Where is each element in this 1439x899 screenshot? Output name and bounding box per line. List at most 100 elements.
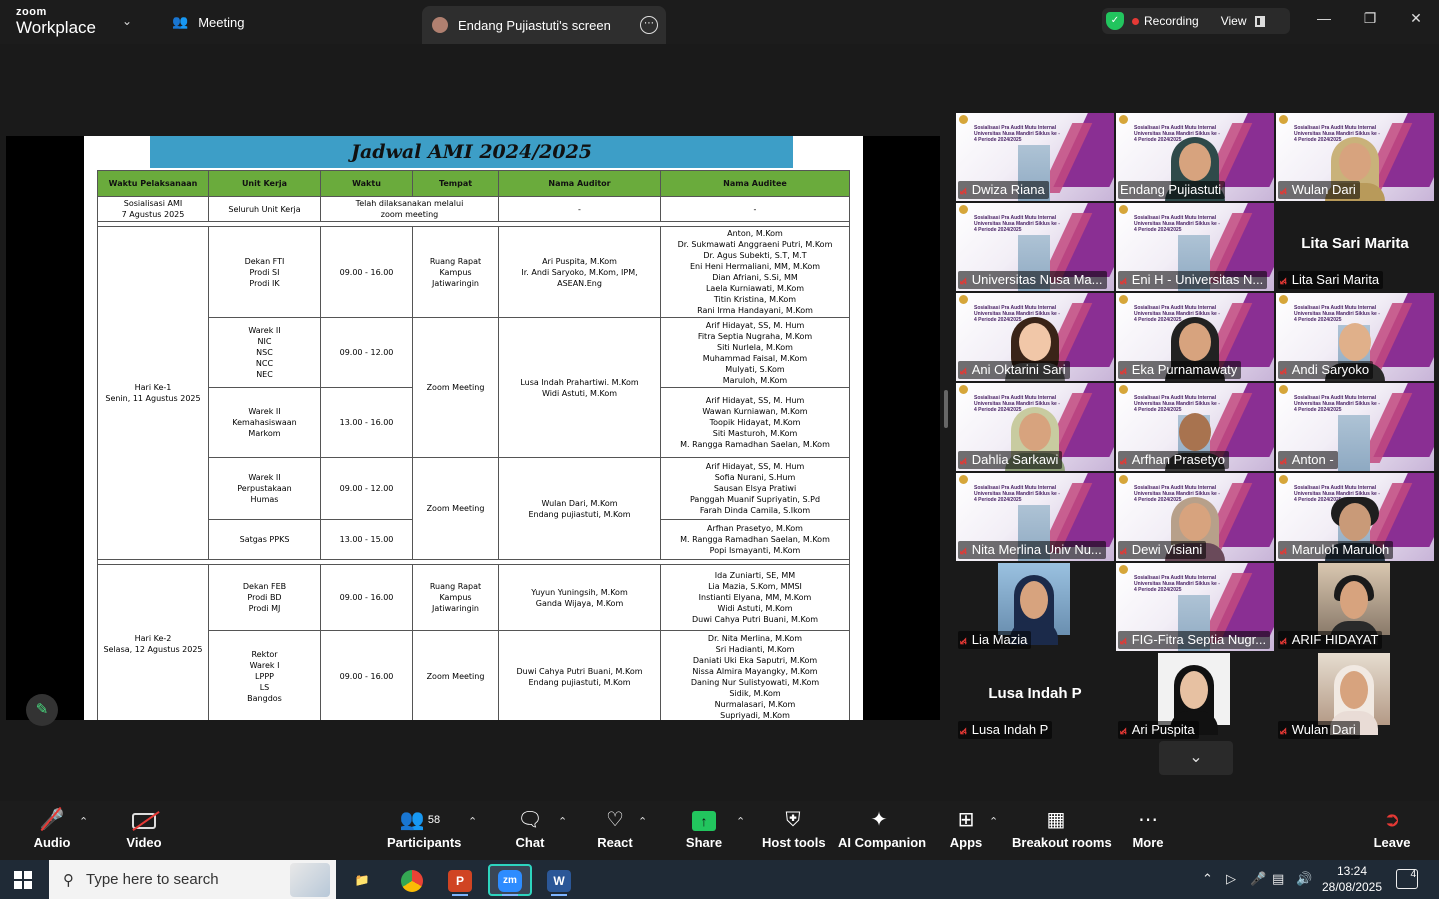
participant-name-label: ⦯ ARIF HIDAYAT xyxy=(1278,631,1383,649)
participant-name-label: ⦯ Wulan Dari xyxy=(1278,721,1360,739)
video-tile[interactable]: Sosialisasi Pra Audit Mutu Internal Univ… xyxy=(956,203,1114,291)
chrome-icon[interactable] xyxy=(390,864,434,896)
participant-name-label: ⦯ Lia Mazia xyxy=(958,631,1032,649)
search-placeholder: Type here to search xyxy=(86,871,219,888)
chevron-down-icon[interactable]: ⌄ xyxy=(122,14,132,28)
ai-companion-button[interactable]: ✦ AI Companion xyxy=(838,807,926,855)
participant-name: Lia Mazia xyxy=(971,632,1028,647)
cell: Hari Ke-1 Senin, 11 Agustus 2025 xyxy=(97,226,209,560)
video-tile[interactable]: ⦯ ARIF HIDAYAT xyxy=(1276,563,1434,651)
close-icon[interactable]: ✕ xyxy=(1406,10,1426,27)
windows-start-icon[interactable] xyxy=(14,871,32,889)
mic-muted-icon: ⦯ xyxy=(1280,543,1287,557)
audio-button[interactable]: 🎤 Audio xyxy=(30,806,74,855)
view-layout-icon[interactable] xyxy=(1254,15,1265,27)
zoom-logo[interactable]: zoom Workplace xyxy=(16,7,96,37)
mic-muted-icon: ⦯ xyxy=(1120,633,1127,647)
audio-label: Audio xyxy=(33,835,71,850)
gallery-scroll-down-chevron-icon[interactable]: ⌄ xyxy=(1159,741,1233,775)
video-tile[interactable]: Sosialisasi Pra Audit Mutu Internal Univ… xyxy=(956,293,1114,381)
video-tile[interactable]: Sosialisasi Pra Audit Mutu Internal Univ… xyxy=(956,383,1114,471)
powerpoint-icon[interactable]: P xyxy=(438,864,482,896)
zoom-taskbar-icon[interactable]: zm xyxy=(488,864,532,896)
slide-caption: Sosialisasi Pra Audit Mutu Internal Univ… xyxy=(1134,215,1220,233)
minimize-icon[interactable]: — xyxy=(1314,10,1334,26)
video-tile[interactable]: ⦯ Lia Mazia xyxy=(956,563,1114,651)
cell: Anton, M.Kom Dr. Sukmawati Anggraeni Put… xyxy=(660,226,850,318)
more-options-icon[interactable]: ⋯ xyxy=(640,16,658,34)
participant-name-label: ⦯ Andi Saryoko xyxy=(1278,361,1374,379)
taskbar-search-input[interactable]: ⚲ Type here to search xyxy=(49,860,336,899)
table-row: Hari Ke-2 Selasa, 12 Agustus 2025 Dekan … xyxy=(97,564,850,720)
cell: Zoom Meeting xyxy=(412,317,499,458)
participant-name-label: Endang Pujiastuti xyxy=(1118,181,1226,199)
split-resize-handle[interactable] xyxy=(944,390,948,428)
react-options-caret-icon[interactable]: ⌃ xyxy=(638,815,647,828)
annotate-pencil-icon[interactable]: ✎ xyxy=(26,694,58,726)
shared-screen[interactable]: Jadwal AMI 2024/2025 Waktu Pelaksanaan U… xyxy=(6,136,940,720)
tab-meeting[interactable]: 👥 Meeting xyxy=(160,0,420,44)
apps-options-caret-icon[interactable]: ⌃ xyxy=(989,815,998,828)
breakout-rooms-button[interactable]: ▦ Breakout rooms xyxy=(1012,807,1112,855)
leave-button[interactable]: ➲ Leave xyxy=(1372,807,1412,855)
taskbar-clock[interactable]: 13:24 28/08/2025 xyxy=(1316,863,1388,895)
shield-check-icon[interactable]: ✓ xyxy=(1106,12,1124,30)
microphone-icon[interactable]: 🎤 xyxy=(1250,871,1266,887)
participant-name-label: ⦯ Ari Puspita xyxy=(1118,721,1199,739)
apps-icon: ⊞ xyxy=(957,809,975,831)
video-tile[interactable]: Sosialisasi Pra Audit Mutu Internal Univ… xyxy=(956,113,1114,201)
breakout-grid-icon: ▦ xyxy=(1046,809,1066,831)
header-waktu: Waktu xyxy=(320,170,413,197)
participants-options-caret-icon[interactable]: ⌃ xyxy=(468,815,477,828)
share-options-caret-icon[interactable]: ⌃ xyxy=(736,815,745,828)
video-tile[interactable]: ⦯ Wulan Dari xyxy=(1276,653,1434,741)
video-tile[interactable]: Sosialisasi Pra Audit Mutu Internal Univ… xyxy=(956,473,1114,561)
restore-icon[interactable]: ❐ xyxy=(1360,10,1380,27)
notifications-icon[interactable]: 4 xyxy=(1396,869,1418,889)
video-tile[interactable]: Sosialisasi Pra Audit Mutu Internal Univ… xyxy=(1276,293,1434,381)
file-explorer-icon[interactable]: 📁 xyxy=(340,864,384,896)
audio-options-caret-icon[interactable]: ⌃ xyxy=(79,815,88,828)
video-tile[interactable]: ⦯ Ari Puspita xyxy=(1116,653,1274,741)
video-tile[interactable]: Sosialisasi Pra Audit Mutu Internal Univ… xyxy=(1276,113,1434,201)
profile-photo xyxy=(998,563,1070,645)
word-icon[interactable]: W xyxy=(537,864,581,896)
participant-name: Universitas Nusa Ma... xyxy=(971,272,1103,287)
profile-photo xyxy=(1318,653,1390,735)
mic-muted-icon: ⦯ xyxy=(960,723,967,737)
table-row: Warek II Perpustakaan Humas 09.00 - 12.0… xyxy=(98,457,850,560)
header-nama-auditee: Nama Auditee xyxy=(660,170,850,197)
video-tile-active-speaker[interactable]: Sosialisasi Pra Audit Mutu Internal Univ… xyxy=(1116,113,1274,201)
video-tile[interactable]: Lusa Indah P ⦯ Lusa Indah P xyxy=(956,653,1114,741)
host-tools-button[interactable]: ⛨ Host tools xyxy=(762,807,826,855)
tab-shared-screen[interactable]: Endang Pujiastuti's screen ⋯ xyxy=(422,6,666,44)
participant-name-label: ⦯ Dwiza Riana xyxy=(958,181,1049,199)
meet-now-icon[interactable]: ▷ xyxy=(1226,871,1236,887)
more-button[interactable]: ⋯ More xyxy=(1128,807,1168,855)
tray-chevron-icon[interactable]: ⌃ xyxy=(1202,871,1213,887)
mic-muted-icon: ⦯ xyxy=(1280,723,1287,737)
network-icon[interactable]: ▤ xyxy=(1272,871,1284,887)
chat-options-caret-icon[interactable]: ⌃ xyxy=(558,815,567,828)
video-tile[interactable]: Lita Sari Marita ⦯ Lita Sari Marita xyxy=(1276,203,1434,291)
view-button[interactable]: View xyxy=(1221,14,1247,28)
video-tile[interactable]: Sosialisasi Pra Audit Mutu Internal Univ… xyxy=(1116,563,1274,651)
video-tile[interactable]: Sosialisasi Pra Audit Mutu Internal Univ… xyxy=(1116,293,1274,381)
video-tile[interactable]: Sosialisasi Pra Audit Mutu Internal Univ… xyxy=(1116,383,1274,471)
participants-button[interactable]: 👥 58 Participants xyxy=(387,807,461,855)
apps-button[interactable]: ⊞ Apps xyxy=(946,807,986,855)
volume-icon[interactable]: 🔊 xyxy=(1296,871,1312,887)
participant-name: Maruloh Maruloh xyxy=(1291,542,1390,557)
video-button[interactable]: Video xyxy=(122,807,166,855)
leave-door-icon: ➲ xyxy=(1383,809,1401,831)
video-tile[interactable]: Sosialisasi Pra Audit Mutu Internal Univ… xyxy=(1276,473,1434,561)
video-tile[interactable]: Sosialisasi Pra Audit Mutu Internal Univ… xyxy=(1116,203,1274,291)
recording-label[interactable]: Recording xyxy=(1144,14,1199,28)
react-button[interactable]: ♡ React xyxy=(594,807,636,855)
participant-gallery: Sosialisasi Pra Audit Mutu Internal Univ… xyxy=(952,44,1439,801)
video-tile[interactable]: Sosialisasi Pra Audit Mutu Internal Univ… xyxy=(1116,473,1274,561)
mic-muted-icon: ⦯ xyxy=(1280,183,1287,197)
chat-button[interactable]: 🗨 Chat xyxy=(510,807,550,855)
video-tile[interactable]: Sosialisasi Pra Audit Mutu Internal Univ… xyxy=(1276,383,1434,471)
share-button[interactable]: ↑ Share xyxy=(684,807,724,855)
